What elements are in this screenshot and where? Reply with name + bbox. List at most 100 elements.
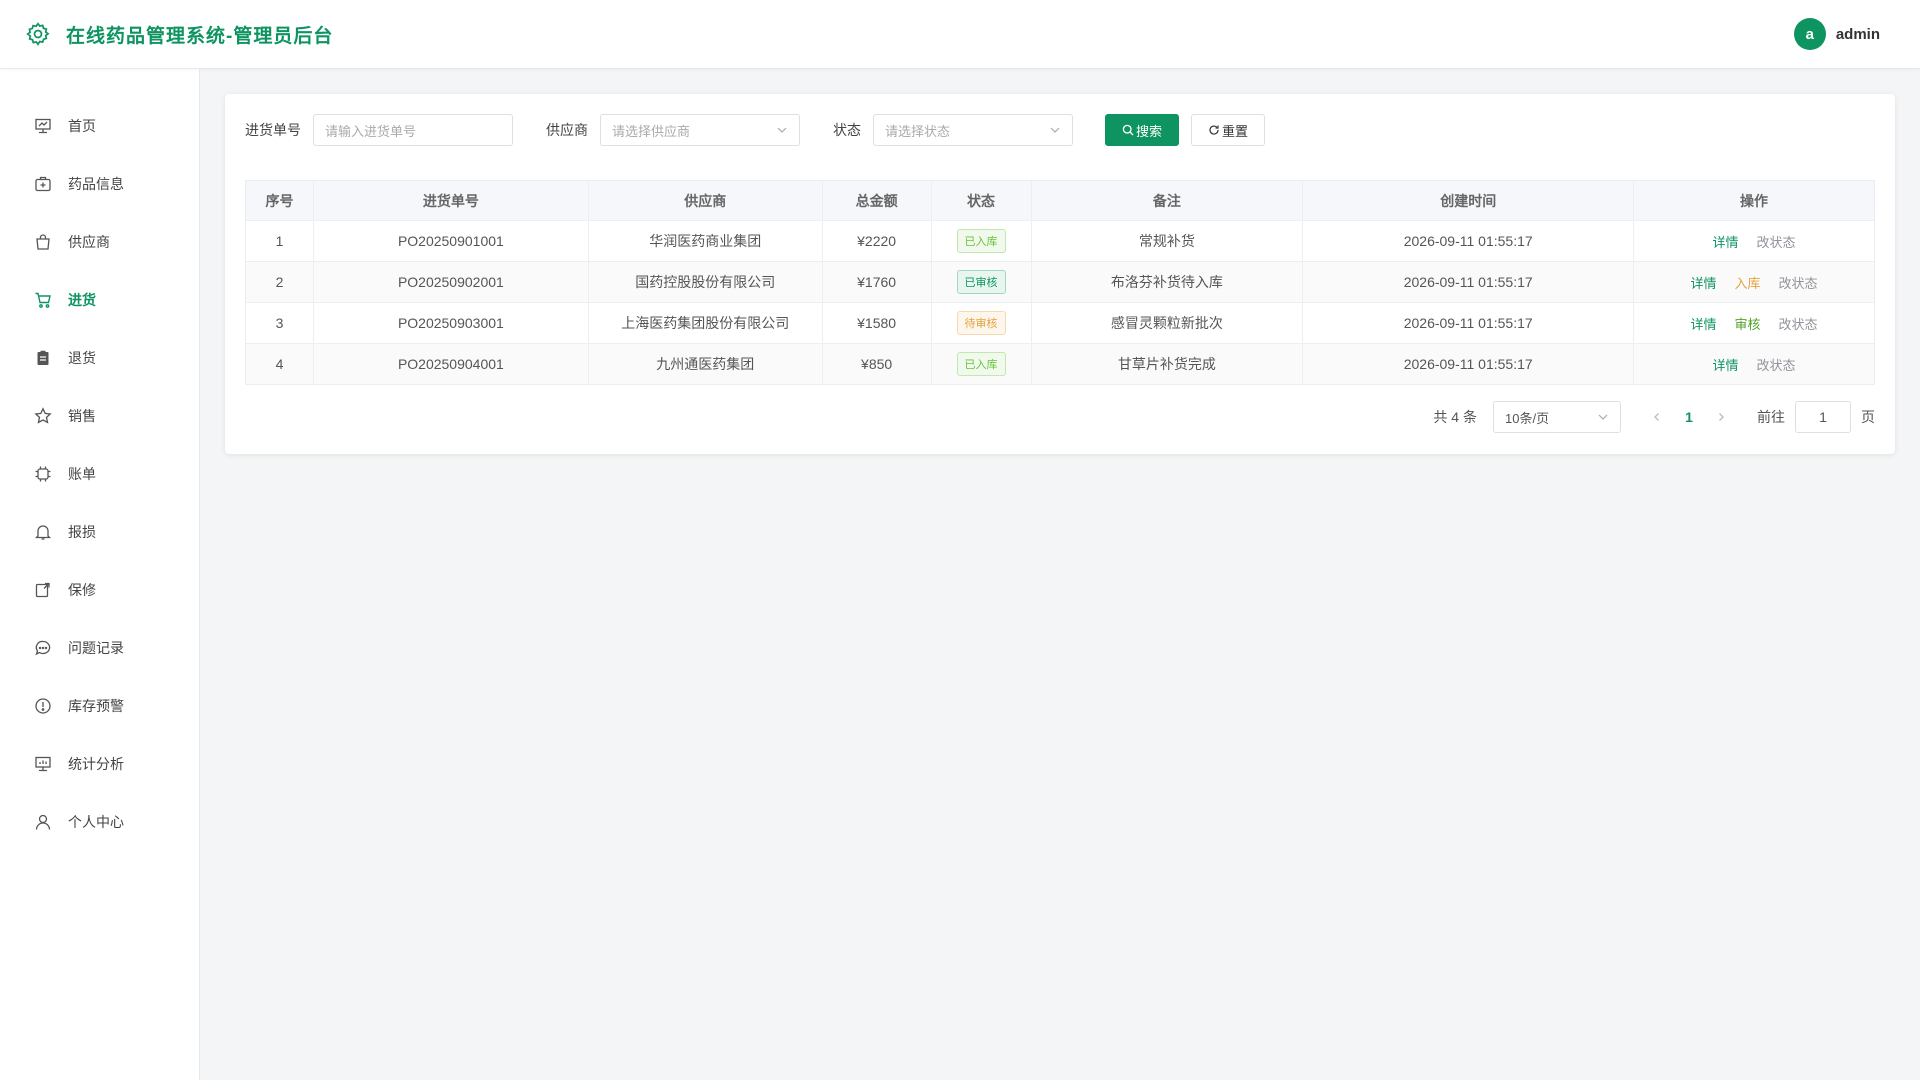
cell-order-no: PO20250904001: [312, 343, 589, 385]
order-no-label: 进货单号: [245, 122, 301, 138]
warning-icon: [34, 697, 52, 715]
chart-icon: [34, 755, 52, 773]
detail-link[interactable]: 详情: [1691, 317, 1717, 332]
approve-link[interactable]: 审核: [1735, 317, 1761, 332]
status-badge: 待审核: [956, 311, 1006, 335]
star-icon: [34, 407, 52, 425]
cart-icon: [34, 291, 52, 309]
page-size-select[interactable]: 10条/页: [1493, 401, 1621, 433]
detail-link[interactable]: 详情: [1691, 276, 1717, 291]
supplier-placeholder: 请选择供应商: [612, 123, 691, 139]
status-label: 状态: [833, 122, 861, 138]
sidebar-item-label: 统计分析: [68, 756, 124, 772]
change-status-link[interactable]: 改状态: [1779, 276, 1818, 291]
sidebar-item-warranty[interactable]: 保修: [0, 561, 199, 619]
sidebar-item-loss[interactable]: 报损: [0, 503, 199, 561]
column-header: 供应商: [587, 180, 823, 221]
change-status-link[interactable]: 改状态: [1757, 358, 1796, 373]
table-row: 2 PO20250902001 国药控股股份有限公司 ¥1760 已审核 布洛芬…: [245, 261, 1875, 303]
cell-created: 2026-09-11 01:55:17: [1302, 261, 1635, 303]
reset-button[interactable]: 重置: [1191, 114, 1265, 146]
change-status-link[interactable]: 改状态: [1779, 317, 1818, 332]
avatar[interactable]: a: [1793, 18, 1826, 50]
sidebar-item-medicine[interactable]: 药品信息: [0, 155, 199, 213]
column-header: 创建时间: [1302, 180, 1635, 221]
column-header: 总金额: [821, 180, 932, 221]
bell-icon: [34, 523, 52, 541]
sidebar-item-label: 个人中心: [68, 814, 124, 830]
cell-index: 3: [245, 302, 314, 344]
order-no-input[interactable]: 请输入进货单号: [313, 114, 513, 146]
sidebar-item-statistics[interactable]: 统计分析: [0, 735, 199, 793]
cell-actions: 详情 改状态: [1633, 220, 1875, 262]
cell-index: 4: [245, 343, 314, 385]
refresh-icon: [1208, 124, 1220, 136]
page-size-value: 10条/页: [1505, 410, 1550, 426]
sidebar-item-supplier[interactable]: 供应商: [0, 213, 199, 271]
sidebar-item-label: 进货: [68, 292, 96, 308]
cell-created: 2026-09-11 01:55:17: [1302, 302, 1635, 344]
sidebar-item-label: 销售: [68, 408, 96, 424]
column-header: 状态: [930, 180, 1032, 221]
pagination: 共 4 条 10条/页 1 前往 1 页: [1433, 401, 1875, 433]
cell-remark: 甘草片补货完成: [1030, 343, 1304, 385]
user-icon: [34, 813, 52, 831]
cell-status: 已入库: [930, 220, 1032, 262]
search-icon: [1122, 124, 1134, 136]
medicine-box-icon: [34, 175, 52, 193]
user-menu[interactable]: a admin: [1793, 18, 1880, 50]
order-no-placeholder: 请输入进货单号: [325, 123, 417, 139]
change-status-link[interactable]: 改状态: [1757, 235, 1796, 250]
prev-page-button[interactable]: [1645, 412, 1669, 422]
table-row: 4 PO20250904001 九州通医药集团 ¥850 已入库 甘草片补货完成…: [245, 343, 1875, 385]
column-header: 备注: [1030, 180, 1304, 221]
search-button-label: 搜索: [1135, 123, 1162, 139]
next-page-button[interactable]: [1709, 412, 1733, 422]
status-badge: 已入库: [956, 229, 1006, 253]
cell-status: 已入库: [930, 343, 1032, 385]
goto-page-input[interactable]: 1: [1795, 401, 1851, 433]
reset-button-label: 重置: [1221, 123, 1248, 139]
purchase-table: 序号 进货单号 供应商 总金额 状态 备注 创建时间 操作 1 PO202509…: [245, 180, 1875, 385]
cell-actions: 详情 入库 改状态: [1633, 261, 1875, 303]
page-number-current[interactable]: 1: [1669, 409, 1709, 425]
column-header: 序号: [245, 180, 314, 221]
stock-in-link[interactable]: 入库: [1735, 276, 1761, 291]
sidebar-item-label: 保修: [68, 582, 96, 598]
table-row: 1 PO20250901001 华润医药商业集团 ¥2220 已入库 常规补货 …: [245, 220, 1875, 262]
sidebar-item-home[interactable]: 首页: [0, 97, 199, 155]
column-header: 进货单号: [312, 180, 589, 221]
sidebar-item-label: 退货: [68, 350, 96, 366]
sidebar-item-purchase[interactable]: 进货: [0, 271, 199, 329]
search-button[interactable]: 搜索: [1105, 114, 1179, 146]
sidebar-item-label: 首页: [68, 118, 96, 134]
sidebar-item-profile[interactable]: 个人中心: [0, 793, 199, 851]
username[interactable]: admin: [1836, 26, 1880, 43]
cell-supplier: 国药控股股份有限公司: [587, 261, 823, 303]
cell-remark: 布洛芬补货待入库: [1030, 261, 1304, 303]
cell-created: 2026-09-11 01:55:17: [1302, 343, 1635, 385]
shopping-bag-icon: [34, 233, 52, 251]
sidebar-item-return[interactable]: 退货: [0, 329, 199, 387]
cell-order-no: PO20250902001: [312, 261, 589, 303]
sidebar: 首页 药品信息 供应商 进货 退货 销售 账单 报损 保修 问题记录 库存预警: [0, 69, 200, 1080]
cell-order-no: PO20250901001: [312, 220, 589, 262]
filter-bar: 进货单号 请输入进货单号 供应商 请选择供应商 状态 请选择状态 搜索 重置: [245, 114, 1265, 146]
supplier-label: 供应商: [546, 122, 588, 138]
detail-link[interactable]: 详情: [1713, 358, 1739, 373]
sidebar-item-bill[interactable]: 账单: [0, 445, 199, 503]
cell-remark: 感冒灵颗粒新批次: [1030, 302, 1304, 344]
status-select[interactable]: 请选择状态: [873, 114, 1073, 146]
dashboard-icon: [34, 117, 52, 135]
cell-index: 1: [245, 220, 314, 262]
sidebar-item-sales[interactable]: 销售: [0, 387, 199, 445]
chevron-down-icon: [776, 124, 788, 136]
chat-icon: [34, 639, 52, 657]
detail-link[interactable]: 详情: [1713, 235, 1739, 250]
sidebar-item-stock-alert[interactable]: 库存预警: [0, 677, 199, 735]
supplier-select[interactable]: 请选择供应商: [600, 114, 800, 146]
app-title: 在线药品管理系统-管理员后台: [66, 25, 334, 47]
cell-amount: ¥1760: [821, 261, 932, 303]
sidebar-item-label: 报损: [68, 524, 96, 540]
sidebar-item-issues[interactable]: 问题记录: [0, 619, 199, 677]
